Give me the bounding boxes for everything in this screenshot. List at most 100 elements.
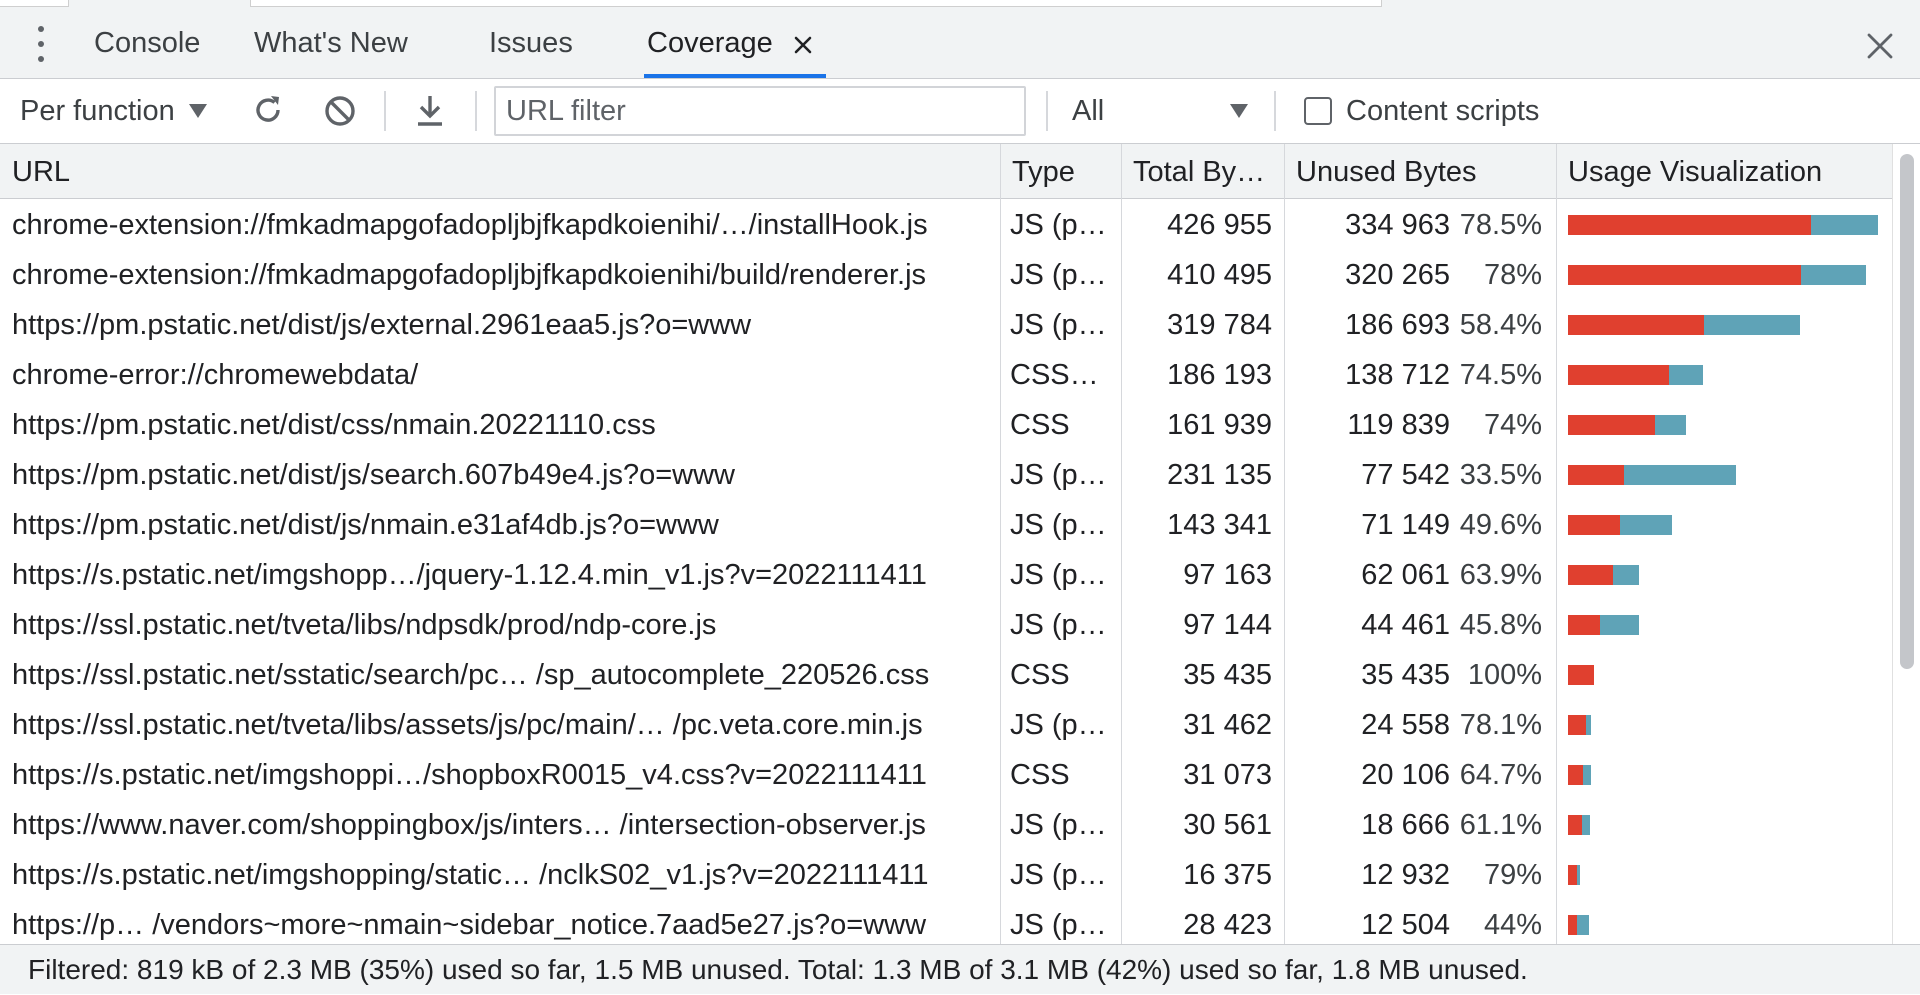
usage-bar-unused [1568,565,1613,585]
usage-bar [1568,415,1686,435]
usage-bar [1568,365,1703,385]
cell-unused-percent: 74.5% [1459,359,1542,391]
type-filter-select[interactable]: All [1072,79,1248,143]
usage-bar [1568,515,1672,535]
table-row[interactable]: https://ssl.pstatic.net/sstatic/search/p… [0,650,1892,700]
cell-url: https://pm.pstatic.net/dist/js/nmain.e31… [12,509,719,541]
table-row[interactable]: chrome-extension://fmkadmapgofadopljbjfk… [0,200,1892,250]
cell-total-bytes: 31 073 [1183,759,1272,791]
usage-bar-unused [1568,265,1801,285]
cell-unused-percent: 45.8% [1459,609,1542,641]
usage-bar [1568,715,1591,735]
cell-unused-percent: 78.5% [1459,209,1542,241]
cell-total-bytes: 161 939 [1167,409,1272,441]
cell-total-bytes: 97 163 [1183,559,1272,591]
download-icon[interactable] [412,92,448,130]
column-header-type[interactable]: Type [1000,144,1121,198]
cell-unused-percent: 61.1% [1459,809,1542,841]
cell-total-bytes: 97 144 [1183,609,1272,641]
table-row[interactable]: https://p… /vendors~more~nmain~sidebar_n… [0,900,1892,944]
table-row[interactable]: https://s.pstatic.net/imgshopp…/jquery-1… [0,550,1892,600]
toolbar-divider [1274,91,1276,131]
usage-bar-used [1586,715,1591,735]
table-row[interactable]: https://ssl.pstatic.net/tveta/libs/asset… [0,700,1892,750]
reload-icon[interactable] [250,92,286,128]
coverage-toolbar: Per function All Content scripts [0,79,1920,144]
usage-bar [1568,615,1639,635]
cell-url: https://www.naver.com/shoppingbox/js/int… [12,809,926,841]
usage-bar [1568,915,1589,935]
column-header-usage-visualization[interactable]: Usage Visualization [1556,144,1892,198]
usage-bar-used [1811,215,1878,235]
table-row[interactable]: https://pm.pstatic.net/dist/js/external.… [0,300,1892,350]
cell-url: https://p… /vendors~more~nmain~sidebar_n… [12,909,927,941]
usage-bar-unused [1568,415,1655,435]
tab-issues[interactable]: Issues [489,8,573,78]
table-row[interactable]: https://s.pstatic.net/imgshoppi…/shopbox… [0,750,1892,800]
cell-total-bytes: 426 955 [1167,209,1272,241]
more-tabs-kebab-icon[interactable] [30,26,52,62]
content-scripts-toggle[interactable]: Content scripts [1304,79,1539,143]
cell-unused-bytes: 18 666 [1361,809,1450,841]
clear-icon[interactable] [322,93,358,129]
cell-total-bytes: 186 193 [1167,359,1272,391]
column-header-total-bytes[interactable]: Total By… [1121,144,1284,198]
table-row[interactable]: https://pm.pstatic.net/dist/css/nmain.20… [0,400,1892,450]
cell-unused-bytes: 71 149 [1361,509,1450,541]
coverage-mode-select[interactable]: Per function [20,79,207,143]
table-row[interactable]: https://pm.pstatic.net/dist/js/nmain.e31… [0,500,1892,550]
tab-whats-new[interactable]: What's New [254,8,408,78]
usage-bar-used [1582,815,1590,835]
cell-total-bytes: 231 135 [1167,459,1272,491]
coverage-mode-label: Per function [20,94,175,127]
table-scrollbar[interactable] [1892,144,1920,944]
cell-total-bytes: 143 341 [1167,509,1272,541]
cell-type: JS (p… [1010,709,1107,741]
cell-url: https://ssl.pstatic.net/tveta/libs/ndpsd… [12,609,717,641]
cell-url: chrome-extension://fmkadmapgofadopljbjfk… [12,209,928,241]
usage-bar-unused [1568,815,1582,835]
usage-bar-unused [1568,615,1600,635]
cell-url: https://s.pstatic.net/imgshopp…/jquery-1… [12,559,927,591]
cell-total-bytes: 16 375 [1183,859,1272,891]
usage-bar-unused [1568,915,1577,935]
table-row[interactable]: https://ssl.pstatic.net/tveta/libs/ndpsd… [0,600,1892,650]
table-row[interactable]: chrome-extension://fmkadmapgofadopljbjfk… [0,250,1892,300]
close-tab-icon[interactable] [792,34,814,56]
cell-unused-bytes: 138 712 [1345,359,1450,391]
cell-unused-bytes: 12 932 [1361,859,1450,891]
type-filter-value: All [1072,94,1105,127]
content-scripts-checkbox[interactable] [1304,97,1332,125]
usage-bar-unused [1568,865,1577,885]
tab-console[interactable]: Console [94,8,200,78]
scrollbar-thumb[interactable] [1900,154,1914,669]
toolbar-divider [1046,91,1048,131]
cell-unused-bytes: 62 061 [1361,559,1450,591]
cell-type: JS (p… [1010,909,1107,941]
cell-unused-percent: 64.7% [1459,759,1542,791]
close-drawer-icon[interactable] [1866,32,1894,60]
table-row[interactable]: https://pm.pstatic.net/dist/js/search.60… [0,450,1892,500]
usage-bar-used [1577,865,1580,885]
column-header-url[interactable]: URL [0,144,1000,198]
coverage-table: URL Type Total By… Unused Bytes Usage Vi… [0,144,1892,944]
cell-type: JS (p… [1010,859,1107,891]
table-row[interactable]: https://s.pstatic.net/imgshopping/static… [0,850,1892,900]
usage-bar-used [1669,365,1703,385]
content-scripts-label: Content scripts [1346,94,1540,127]
tab-coverage[interactable]: Coverage [647,8,773,78]
cell-type: CSS… [1010,359,1099,391]
table-row[interactable]: https://www.naver.com/shoppingbox/js/int… [0,800,1892,850]
cell-unused-bytes: 24 558 [1361,709,1450,741]
column-header-unused-bytes[interactable]: Unused Bytes [1284,144,1556,198]
cell-url: https://ssl.pstatic.net/tveta/libs/asset… [12,709,923,741]
usage-bar-unused [1568,515,1620,535]
usage-bar-unused [1568,365,1669,385]
usage-bar [1568,865,1580,885]
usage-bar-unused [1568,665,1594,685]
url-filter-input[interactable] [494,86,1026,136]
cell-url: https://s.pstatic.net/imgshopping/static… [12,859,929,891]
usage-bar [1568,815,1590,835]
table-row[interactable]: chrome-error://chromewebdata/CSS… 186 193… [0,350,1892,400]
cell-unused-bytes: 334 963 [1345,209,1450,241]
